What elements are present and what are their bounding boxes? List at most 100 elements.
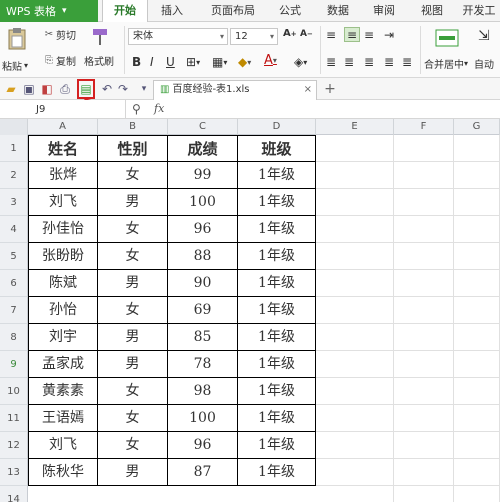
print-icon[interactable]: ⎙ [57, 81, 73, 97]
merge-center-icon[interactable] [432, 26, 462, 50]
align-center-icon[interactable]: ≣ [344, 55, 354, 69]
table-cell[interactable]: 1年级 [238, 297, 316, 324]
table-cell[interactable]: 1年级 [238, 189, 316, 216]
table-cell[interactable]: 1年级 [238, 351, 316, 378]
row-header-7[interactable]: 7 [0, 297, 28, 324]
underline-icon[interactable]: U [166, 55, 175, 69]
table-cell[interactable]: 88 [168, 243, 238, 270]
table-cell[interactable]: 男 [98, 270, 168, 297]
table-cell[interactable]: 1年级 [238, 243, 316, 270]
close-icon[interactable]: × [304, 81, 312, 99]
table-cell[interactable]: 1年级 [238, 432, 316, 459]
paste-button[interactable]: 粘贴 ▾ [2, 58, 28, 73]
table-cell[interactable]: 1年级 [238, 216, 316, 243]
table-cell[interactable]: 100 [168, 189, 238, 216]
table-cell[interactable]: 刘飞 [28, 189, 98, 216]
save-icon[interactable]: ▣ [21, 81, 37, 97]
table-cell[interactable]: 100 [168, 405, 238, 432]
table-cell[interactable]: 孙怡 [28, 297, 98, 324]
table-cell[interactable]: 1年级 [238, 405, 316, 432]
table-cell[interactable]: 78 [168, 351, 238, 378]
spreadsheet-grid[interactable]: ABCDEFG 1 2 3 4 5 6 7 8 9 10 11 12 13 14 姓名 性别 成绩 班级 张烨女 99… [0, 119, 500, 502]
name-box[interactable]: J9 [0, 100, 126, 119]
copy-button[interactable]: ⎘ 复制 [42, 53, 76, 68]
merge-center-button[interactable]: 合并居中 ▾ [424, 56, 468, 71]
align-top-icon[interactable]: ≡ [326, 28, 336, 42]
format-painter-icon[interactable] [88, 26, 112, 48]
table-cell[interactable]: 孟家成 [28, 351, 98, 378]
table-cell[interactable]: 女 [98, 405, 168, 432]
row-header-12[interactable]: 12 [0, 432, 28, 459]
column-header-f[interactable]: F [394, 119, 454, 135]
column-header-a[interactable]: A [28, 119, 98, 135]
justify-icon[interactable]: ≣ [384, 55, 394, 69]
table-cell[interactable]: 1年级 [238, 270, 316, 297]
format-painter-button[interactable]: 格式刷 [84, 53, 114, 68]
table-cell[interactable]: 张盼盼 [28, 243, 98, 270]
row-header-14[interactable]: 14 [0, 486, 28, 502]
table-header-cell[interactable]: 姓名 [28, 135, 98, 162]
table-cell[interactable]: 99 [168, 162, 238, 189]
font-color-icon[interactable]: A ▾ [264, 53, 277, 68]
table-cell[interactable]: 87 [168, 459, 238, 486]
function-icon[interactable]: fx [154, 102, 164, 115]
column-header-g[interactable]: G [454, 119, 500, 135]
print-preview-icon[interactable]: ▤ [77, 79, 95, 99]
app-menu-button[interactable]: WPS 表格 ▾ [0, 0, 98, 22]
font-name-select[interactable]: 宋体 ▾ [128, 28, 228, 45]
row-header-13[interactable]: 13 [0, 459, 28, 486]
export-pdf-icon[interactable]: ◧ [39, 81, 55, 97]
table-cell[interactable]: 女 [98, 243, 168, 270]
font-size-select[interactable]: 12 ▾ [230, 28, 278, 45]
table-cell[interactable]: 女 [98, 432, 168, 459]
row-header-5[interactable]: 5 [0, 243, 28, 270]
table-cell[interactable]: 男 [98, 351, 168, 378]
auto-wrap-button[interactable]: 自动 [474, 56, 494, 71]
table-cell[interactable]: 陈秋华 [28, 459, 98, 486]
table-cell[interactable]: 85 [168, 324, 238, 351]
row-header-6[interactable]: 6 [0, 270, 28, 297]
table-cell[interactable]: 98 [168, 378, 238, 405]
table-cell[interactable]: 张烨 [28, 162, 98, 189]
table-cell[interactable]: 女 [98, 297, 168, 324]
row-header-9[interactable]: 9 [0, 351, 28, 378]
tab-developer[interactable]: 开发工 [458, 0, 500, 22]
bold-icon[interactable]: B [132, 55, 141, 69]
table-header-cell[interactable]: 成绩 [168, 135, 238, 162]
tab-review[interactable]: 审阅 [364, 0, 404, 22]
table-cell[interactable]: 1年级 [238, 378, 316, 405]
table-cell[interactable]: 男 [98, 459, 168, 486]
table-cell[interactable]: 女 [98, 378, 168, 405]
undo-icon[interactable]: ↶ [99, 81, 115, 97]
tab-insert[interactable]: 插入 [152, 0, 192, 22]
decrease-font-icon[interactable]: A − [300, 29, 313, 39]
search-icon[interactable]: ⚲ [132, 102, 141, 116]
paste-icon[interactable] [4, 26, 30, 52]
table-cell[interactable]: 90 [168, 270, 238, 297]
table-cell[interactable]: 1年级 [238, 324, 316, 351]
cut-button[interactable]: ✂ 剪切 [42, 27, 76, 42]
table-cell[interactable]: 王语嫣 [28, 405, 98, 432]
document-tab[interactable]: ▥ 百度经验-表1.xls × [153, 80, 317, 100]
table-cell[interactable]: 陈斌 [28, 270, 98, 297]
wrap-text-icon[interactable]: ⇥ [384, 28, 394, 42]
table-cell[interactable]: 刘飞 [28, 432, 98, 459]
increase-font-icon[interactable]: A + [283, 28, 297, 39]
align-middle-icon[interactable]: ≡ [344, 27, 360, 42]
italic-icon[interactable]: I [150, 55, 154, 69]
table-header-cell[interactable]: 性别 [98, 135, 168, 162]
table-cell[interactable]: 1年级 [238, 162, 316, 189]
formula-input[interactable] [182, 100, 500, 119]
table-cell[interactable]: 69 [168, 297, 238, 324]
tab-view[interactable]: 视图 [412, 0, 452, 22]
table-cell[interactable]: 女 [98, 162, 168, 189]
row-header-3[interactable]: 3 [0, 189, 28, 216]
select-all-corner[interactable] [0, 119, 28, 135]
row-header-11[interactable]: 11 [0, 405, 28, 432]
row-header-8[interactable]: 8 [0, 324, 28, 351]
table-cell[interactable]: 刘宇 [28, 324, 98, 351]
tab-home[interactable]: 开始 [102, 0, 148, 23]
table-cell[interactable]: 孙佳怡 [28, 216, 98, 243]
align-bottom-icon[interactable]: ≡ [364, 28, 374, 42]
column-header-b[interactable]: B [98, 119, 168, 135]
